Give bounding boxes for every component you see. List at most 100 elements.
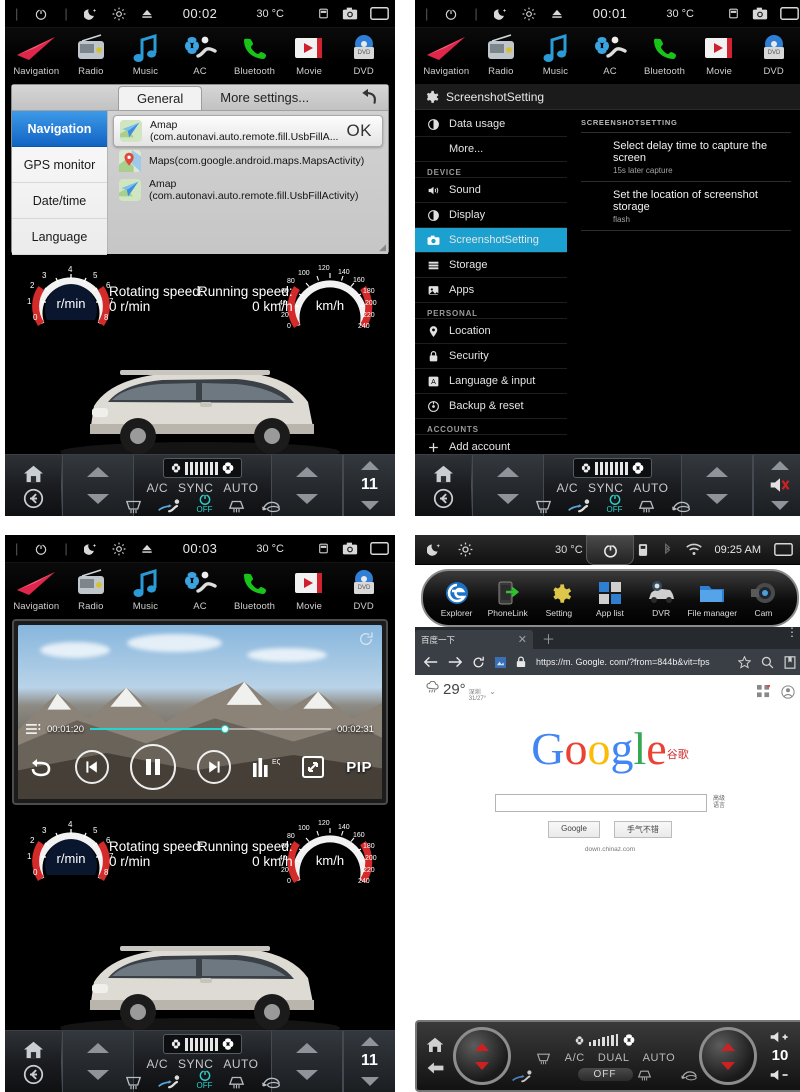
fan-speed-indicator[interactable] [163, 1034, 242, 1054]
app-ac[interactable]: AC [173, 31, 227, 77]
search-icon[interactable] [761, 656, 774, 669]
pip-button[interactable]: PIP [346, 759, 372, 776]
app-bluetooth[interactable]: Bluetooth [228, 31, 282, 77]
weather-widget[interactable]: 29° 深圳 31/27° ⌄ [425, 681, 496, 702]
down-arrow-icon[interactable] [360, 500, 379, 510]
app-ac[interactable]: AC [583, 31, 637, 77]
right-temp-stepper[interactable] [271, 455, 343, 516]
app-ac[interactable]: AC [173, 566, 227, 612]
temperature-stepper[interactable]: 11 [343, 455, 395, 516]
setting-delay-time[interactable]: Select delay time to capture the screen … [581, 133, 791, 182]
up-arrow-icon[interactable] [87, 467, 109, 478]
google-apps-icon[interactable] [757, 685, 770, 698]
app-bluetooth[interactable]: Bluetooth [638, 31, 692, 77]
fullscreen-icon[interactable] [301, 755, 325, 779]
app-radio[interactable]: Radio [64, 566, 118, 612]
down-arrow-icon[interactable] [721, 1061, 735, 1070]
repeat-icon[interactable] [28, 756, 54, 778]
lucky-button[interactable]: 手气不错 [613, 821, 672, 838]
rear-defrost-icon[interactable] [534, 499, 553, 514]
account-icon[interactable] [781, 684, 795, 699]
list-item[interactable]: Amap (com.autonavi.auto.remote.fill.UsbF… [113, 175, 383, 205]
url-text[interactable]: https://m. Google. com/?from=844b&vit=fp… [536, 657, 728, 667]
volume-down-icon[interactable] [769, 1068, 791, 1082]
camera-icon[interactable] [752, 7, 768, 20]
up-arrow-icon[interactable] [296, 1043, 318, 1054]
sidebar-item-language-input[interactable]: A Language & input [415, 369, 567, 394]
equalizer-icon[interactable]: EQ [252, 755, 280, 779]
dual-label[interactable]: DUAL [598, 1052, 630, 1065]
pause-icon[interactable] [130, 744, 177, 790]
back-arrow-icon[interactable] [426, 1060, 445, 1076]
power-icon[interactable] [444, 7, 458, 21]
power-icon[interactable] [34, 542, 48, 556]
right-temp-knob[interactable] [699, 1027, 757, 1085]
down-arrow-icon[interactable] [770, 500, 789, 510]
setting-storage-location[interactable]: Set the location of screenshot storage f… [581, 182, 791, 231]
dock-item-explorer[interactable]: Explorer [431, 578, 482, 618]
eject-icon[interactable] [140, 542, 154, 556]
front-defrost-icon[interactable] [227, 1075, 246, 1090]
app-dvd[interactable]: DVD DVD [337, 566, 391, 612]
dock-item-setting[interactable]: Setting [533, 578, 584, 618]
up-arrow-icon[interactable] [721, 1042, 735, 1051]
google-search-button[interactable]: Google [548, 821, 600, 838]
tab-general[interactable]: General [118, 86, 203, 110]
brightness-icon[interactable] [112, 7, 126, 21]
overflow-menu-icon[interactable]: ⋮ [786, 626, 798, 638]
browser-tab[interactable]: 百度一下 ✕ [415, 630, 533, 649]
front-defrost-icon[interactable] [637, 499, 656, 514]
up-arrow-icon[interactable] [497, 467, 519, 478]
app-movie[interactable]: Movie [282, 31, 336, 77]
app-radio[interactable]: Radio [64, 31, 118, 77]
night-mode-icon[interactable] [427, 542, 442, 557]
sidebar-item-display[interactable]: Display [415, 203, 567, 228]
up-arrow-icon[interactable] [475, 1042, 489, 1051]
fan-speed-indicator[interactable] [574, 1033, 637, 1047]
sidebar-item-language[interactable]: Language [12, 219, 107, 255]
screen-off-icon[interactable] [370, 7, 389, 20]
star-icon[interactable] [738, 655, 751, 669]
app-movie[interactable]: Movie [282, 566, 336, 612]
up-arrow-icon[interactable] [87, 1043, 109, 1054]
up-arrow-icon[interactable] [360, 1037, 379, 1047]
up-arrow-icon[interactable] [706, 467, 728, 478]
search-input[interactable] [494, 794, 707, 812]
climate-power-button[interactable]: OFF [197, 492, 213, 514]
dock-item-cam[interactable]: Cam [738, 578, 789, 618]
front-defrost-icon[interactable] [227, 499, 246, 514]
sidebar-item-date-time[interactable]: Date/time [12, 183, 107, 219]
advanced-search-links[interactable]: 高级 语言 [713, 794, 725, 810]
power-icon[interactable] [586, 535, 634, 565]
arrow-left-icon[interactable] [424, 656, 438, 668]
volume-stepper[interactable] [753, 455, 800, 516]
app-music[interactable]: Music [528, 31, 582, 77]
night-mode-icon[interactable] [83, 7, 98, 21]
recirculate-icon[interactable] [670, 499, 692, 514]
ac-label[interactable]: A/C [565, 1052, 585, 1065]
app-navigation[interactable]: Navigation [9, 31, 63, 77]
right-temp-stepper[interactable] [271, 1031, 343, 1092]
eject-icon[interactable] [140, 7, 154, 21]
airflow-feet-icon[interactable] [157, 1074, 183, 1090]
sidebar-item-sound[interactable]: Sound [415, 178, 567, 203]
volume-up-icon[interactable] [769, 1030, 791, 1044]
auto-label[interactable]: AUTO [643, 1052, 676, 1065]
down-arrow-icon[interactable] [87, 493, 109, 504]
screen-off-icon[interactable] [774, 543, 793, 556]
app-radio[interactable]: Radio [474, 31, 528, 77]
up-arrow-icon[interactable] [296, 467, 318, 478]
app-music[interactable]: Music [118, 566, 172, 612]
sidebar-item-more[interactable]: More... [415, 137, 567, 162]
brightness-icon[interactable] [112, 542, 126, 556]
fan-speed-indicator[interactable] [573, 458, 652, 478]
dock-item-app-list[interactable]: App list [584, 578, 635, 618]
rear-defrost-icon[interactable] [535, 1052, 552, 1065]
sidebar-item-data-usage[interactable]: Data usage [415, 112, 567, 137]
home-icon[interactable] [21, 1038, 45, 1060]
previous-track-icon[interactable] [75, 750, 110, 784]
back-circle-icon[interactable] [21, 1063, 45, 1085]
rear-defrost-icon[interactable] [124, 499, 143, 514]
eject-icon[interactable] [550, 7, 564, 21]
sidebar-item-security[interactable]: Security [415, 344, 567, 369]
